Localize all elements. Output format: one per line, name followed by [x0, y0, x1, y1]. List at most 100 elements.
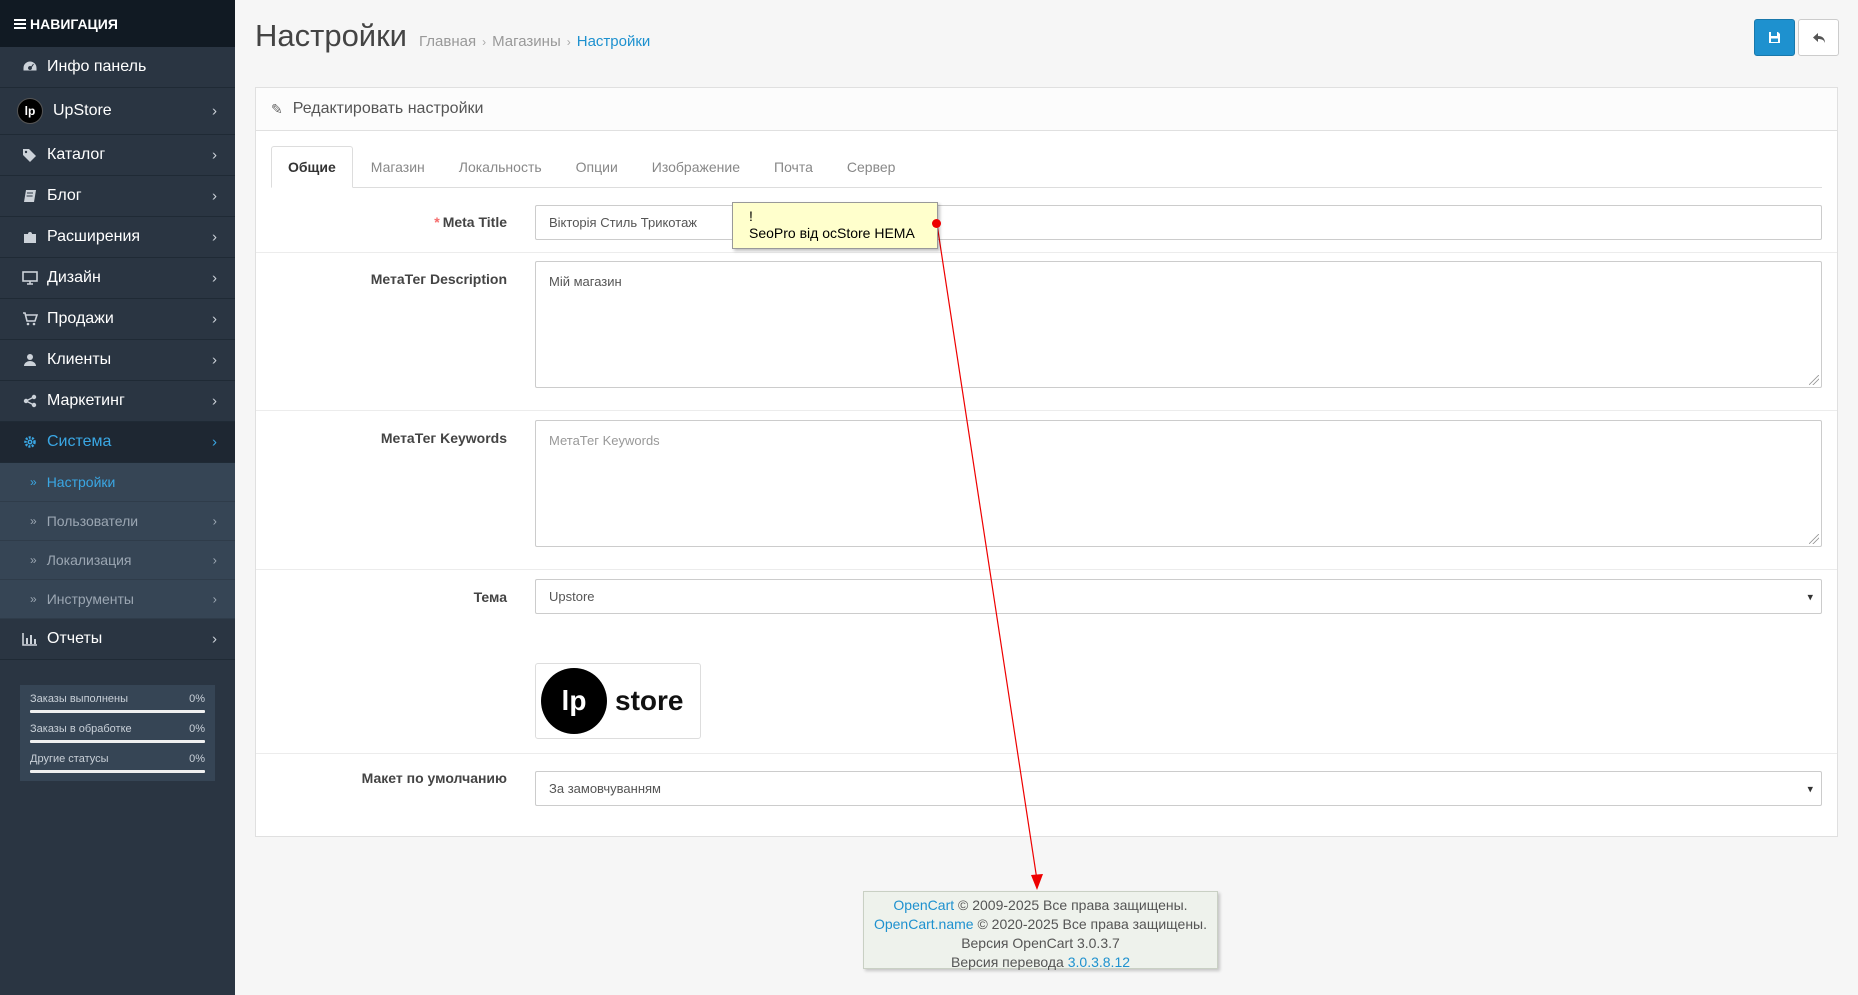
progress-bar: [30, 770, 205, 773]
page-title: Настройки: [255, 18, 408, 53]
input-value: Вікторія Стиль Трикотаж: [549, 215, 697, 230]
sidebar-item-marketing[interactable]: Маркетинг ›: [0, 381, 235, 422]
layout-label: Макет по умолчанию: [361, 770, 507, 786]
bar-chart-icon: [20, 631, 40, 647]
translation-version-link[interactable]: 3.0.3.8.12: [1068, 954, 1130, 970]
bars-icon: [14, 17, 26, 31]
theme-logo-text: store: [615, 685, 684, 716]
sidebar-item-label: Расширения: [47, 228, 141, 245]
meta-description-textarea[interactable]: Мій магазин: [535, 261, 1822, 388]
chevron-down-icon: ▾: [1807, 783, 1813, 795]
sidebar-item-dashboard[interactable]: Инфо панель: [0, 47, 235, 88]
submenu-item-label: Инструменты: [46, 591, 134, 607]
sidebar-item-extensions[interactable]: Расширения ›: [0, 217, 235, 258]
pencil-icon: ✎: [271, 100, 283, 117]
breadcrumb-stores[interactable]: Магазины: [492, 33, 561, 50]
sidebar-item-blog[interactable]: Блог ›: [0, 176, 235, 217]
meta-title-input[interactable]: Вікторія Стиль Трикотаж: [535, 205, 1822, 240]
double-chevron-icon: »: [30, 592, 37, 606]
cog-icon: [20, 434, 40, 450]
footer-version: Версия OpenCart 3.0.3.7: [961, 935, 1120, 951]
submenu-item-label: Локализация: [46, 552, 132, 568]
sidebar-item-label: Каталог: [47, 146, 106, 163]
sidebar-item-design[interactable]: Дизайн ›: [0, 258, 235, 299]
chevron-right-icon: ›: [212, 310, 217, 328]
chevron-right-icon: ›: [212, 146, 217, 164]
footer-line: Версия перевода 3.0.3.8.12: [864, 953, 1217, 972]
sidebar-item-label: Система: [47, 433, 112, 450]
panel-title: Редактировать настройки: [292, 100, 484, 117]
main-content: Настройки Главная › Магазины › Настройки…: [235, 0, 1858, 995]
nav-header-label: НАВИГАЦИЯ: [30, 15, 118, 32]
sidebar-item-label: Маркетинг: [47, 392, 125, 409]
breadcrumb-home[interactable]: Главная: [419, 33, 476, 50]
opencart-link[interactable]: OpenCart: [893, 897, 954, 913]
chevron-right-icon: ›: [212, 228, 217, 246]
submenu-item-localisation[interactable]: » Локализация ›: [0, 541, 235, 580]
stat-label: Заказы выполнены: [30, 693, 128, 705]
reply-icon: [1812, 32, 1825, 43]
submenu-item-tools[interactable]: » Инструменты ›: [0, 580, 235, 619]
tab-options[interactable]: Опции: [560, 146, 634, 188]
theme-select[interactable]: Upstore ▾: [535, 579, 1822, 614]
footer-text: © 2009-2025 Все права защищены.: [954, 897, 1188, 913]
theme-logo-circle: lp: [541, 668, 607, 734]
textarea-value: Мій магазин: [549, 274, 622, 289]
tab-server[interactable]: Сервер: [831, 146, 912, 188]
theme-preview-image: lp store: [535, 663, 701, 739]
note-line: !: [749, 208, 753, 224]
sidebar-item-customers[interactable]: Клиенты ›: [0, 340, 235, 381]
page-header: Настройки Главная › Магазины › Настройки: [235, 0, 1858, 75]
save-button[interactable]: [1754, 19, 1795, 56]
chevron-right-icon: ›: [212, 552, 217, 568]
sidebar-item-system[interactable]: Система ›: [0, 422, 235, 463]
meta-description-label: МетаТег Description: [370, 271, 507, 287]
sidebar-item-label: Отчеты: [47, 630, 103, 647]
stat-other: Другие статусы 0%: [30, 753, 205, 773]
tab-store[interactable]: Магазин: [355, 146, 441, 188]
tab-locale[interactable]: Локальность: [443, 146, 558, 188]
opencart-name-link[interactable]: OpenCart.name: [874, 916, 974, 932]
tab-image[interactable]: Изображение: [636, 146, 756, 188]
resize-handle[interactable]: [1809, 534, 1819, 544]
submenu-item-label: Пользователи: [46, 513, 139, 529]
submenu-item-label: Настройки: [46, 474, 116, 490]
sidebar-item-upstore[interactable]: lp UpStore ›: [0, 88, 235, 135]
double-chevron-icon: »: [30, 514, 37, 528]
sidebar-item-reports[interactable]: Отчеты ›: [0, 619, 235, 660]
double-chevron-icon: »: [30, 553, 37, 567]
settings-tabs: Общие Магазин Локальность Опции Изображе…: [271, 146, 1822, 188]
stat-value: 0%: [189, 723, 205, 735]
layout-select[interactable]: За замовчуванням ▾: [535, 771, 1822, 806]
meta-title-label: * Meta Title: [207, 214, 507, 230]
stat-label: Другие статусы: [30, 753, 109, 765]
submenu-item-settings[interactable]: » Настройки: [0, 463, 235, 502]
chevron-right-icon: ›: [212, 187, 217, 205]
sidebar-item-label: Инфо панель: [47, 58, 147, 75]
meta-keywords-textarea[interactable]: МетаТег Keywords: [535, 420, 1822, 547]
resize-handle[interactable]: [1809, 375, 1819, 385]
breadcrumb-current[interactable]: Настройки: [577, 33, 651, 50]
settings-panel: ✎ Редактировать настройки Общие Магазин …: [255, 87, 1838, 837]
sidebar-item-sales[interactable]: Продажи ›: [0, 299, 235, 340]
tags-icon: [20, 147, 40, 163]
sidebar-item-catalog[interactable]: Каталог ›: [0, 135, 235, 176]
select-value: За замовчуванням: [549, 781, 661, 796]
tab-general[interactable]: Общие: [271, 146, 353, 188]
chevron-right-icon: ›: [212, 630, 217, 648]
row-divider: [256, 410, 1837, 411]
footer-text: © 2020-2025 Все права защищены.: [973, 916, 1208, 932]
back-button[interactable]: [1798, 19, 1839, 56]
textarea-placeholder: МетаТег Keywords: [549, 433, 660, 448]
nav-toggle[interactable]: НАВИГАЦИЯ: [0, 0, 235, 47]
stat-completed: Заказы выполнены 0%: [30, 693, 205, 713]
share-icon: [20, 393, 40, 409]
tab-mail[interactable]: Почта: [758, 146, 829, 188]
submenu-item-users[interactable]: » Пользователи ›: [0, 502, 235, 541]
breadcrumb-separator: ›: [482, 35, 487, 49]
chevron-right-icon: ›: [212, 513, 217, 529]
upstore-logo: lp: [17, 98, 43, 124]
row-divider: [256, 569, 1837, 570]
chevron-right-icon: ›: [212, 392, 217, 410]
double-chevron-icon: »: [30, 475, 37, 489]
